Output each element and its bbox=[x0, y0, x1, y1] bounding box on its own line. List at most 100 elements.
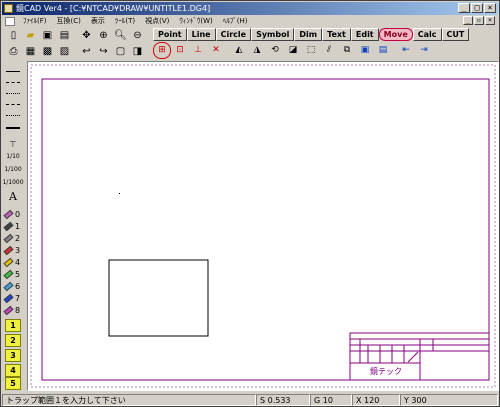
layer-4[interactable]: 4 bbox=[5, 364, 21, 377]
rotate-icon[interactable]: ⟲ bbox=[266, 42, 284, 59]
status-bar: トラップ範囲１を入力して下さい S 0.533 G 10 X 120 Y 300 bbox=[2, 394, 498, 406]
print-icon[interactable]: ⎙ bbox=[5, 44, 22, 59]
scale-icon-1[interactable]: ⊤ bbox=[3, 139, 23, 150]
paste-icon[interactable]: ▣ bbox=[356, 42, 374, 59]
pen-icon bbox=[3, 281, 14, 292]
dash-dot-line-icon[interactable] bbox=[6, 104, 20, 105]
menu-viewpoint[interactable]: 視点(V) bbox=[140, 16, 174, 26]
tab-circle[interactable]: Circle bbox=[215, 28, 252, 41]
pen-6[interactable]: 6 bbox=[3, 281, 24, 292]
pan-icon[interactable]: ✥ bbox=[78, 28, 95, 43]
menu-help[interactable]: ﾍﾙﾌﾟ(H) bbox=[218, 16, 253, 26]
layout-icon[interactable]: ◨ bbox=[129, 44, 146, 59]
pen-3[interactable]: 3 bbox=[3, 245, 24, 256]
clipboard-icon[interactable]: ▤ bbox=[374, 42, 392, 59]
title-block-company: 鏡テック bbox=[370, 367, 402, 376]
tab-move[interactable]: Move bbox=[378, 28, 413, 41]
doc-restore-button[interactable]: ▫ bbox=[474, 16, 484, 25]
menu-view[interactable]: 表示 bbox=[86, 16, 110, 26]
export-icon[interactable]: ▨ bbox=[56, 44, 73, 59]
layer-3[interactable]: 3 bbox=[5, 349, 21, 362]
pen-icon bbox=[3, 233, 14, 244]
dash-dot-dot-line-icon[interactable] bbox=[6, 115, 20, 116]
pen-8[interactable]: 8 bbox=[3, 305, 24, 316]
undo-icon[interactable]: ↩ bbox=[78, 44, 95, 59]
menu-compat[interactable]: 互換(C) bbox=[52, 16, 86, 26]
dashed-line-icon[interactable] bbox=[6, 82, 20, 83]
tab-dim[interactable]: Dim bbox=[294, 28, 323, 41]
tab-text[interactable]: Text bbox=[322, 28, 351, 41]
move-icon[interactable]: ◭ bbox=[230, 42, 248, 59]
copy-move-icon[interactable]: ◮ bbox=[248, 42, 266, 59]
array-icon[interactable]: ⧉ bbox=[338, 42, 356, 59]
drawn-rectangle[interactable] bbox=[108, 259, 209, 337]
document-icon[interactable] bbox=[5, 16, 15, 26]
pen-icon bbox=[3, 257, 14, 268]
pen-icon bbox=[3, 245, 14, 256]
menu-window[interactable]: ｳｨﾝﾄﾞｳ(W) bbox=[174, 16, 217, 26]
stretch-icon[interactable]: ⫽ bbox=[320, 42, 338, 59]
save-as-icon[interactable]: ▤ bbox=[56, 28, 73, 43]
mirror-icon[interactable]: ◪ bbox=[284, 42, 302, 59]
pen-0[interactable]: 0 bbox=[3, 209, 24, 220]
scale-1-100[interactable]: 1/100 bbox=[3, 164, 23, 175]
minimize-button[interactable]: _ bbox=[458, 3, 470, 13]
zoom-out-icon[interactable]: ⊖ bbox=[129, 28, 146, 43]
select-off-icon[interactable]: ✕ bbox=[207, 42, 225, 59]
open-folder-icon[interactable]: ▰ bbox=[22, 28, 39, 43]
scale-1-1000[interactable]: 1/1000 bbox=[2, 177, 23, 188]
menu-tools[interactable]: ﾂｰﾙ(T) bbox=[110, 16, 140, 26]
pen-7[interactable]: 7 bbox=[3, 293, 24, 304]
pen-4[interactable]: 4 bbox=[3, 257, 24, 268]
zoom-in-icon[interactable]: ⊕ bbox=[95, 28, 112, 43]
pen-icon bbox=[3, 221, 14, 232]
pen-1[interactable]: 1 bbox=[3, 221, 24, 232]
layer-1[interactable]: 1 bbox=[5, 319, 21, 332]
thick-line-icon[interactable] bbox=[6, 127, 20, 129]
maximize-button[interactable]: □ bbox=[471, 3, 483, 13]
menu-bar: ﾌｧｲﾙ(F) 互換(C) 表示 ﾂｰﾙ(T) 視点(V) ｳｨﾝﾄﾞｳ(W) … bbox=[2, 15, 498, 27]
pen-icon bbox=[3, 293, 14, 304]
drawing-svg bbox=[30, 64, 496, 388]
plot-icon[interactable]: ▩ bbox=[39, 44, 56, 59]
main-toolbar-bottom: ⎙ ▦ ▩ ▨ ↩ ↪ ▢ ◨ bbox=[5, 44, 146, 59]
scale-1-10[interactable]: 1/10 bbox=[3, 151, 23, 162]
redo-icon[interactable]: ↪ bbox=[95, 44, 112, 59]
save-icon[interactable]: ▣ bbox=[39, 28, 56, 43]
pen-5[interactable]: 5 bbox=[3, 269, 24, 280]
import-icon[interactable]: ⇤ bbox=[397, 42, 415, 59]
drawing-canvas[interactable]: 鏡テック bbox=[27, 61, 499, 391]
scale-icon[interactable]: ⬚ bbox=[302, 42, 320, 59]
trap-region-icon[interactable]: ⊡ bbox=[171, 42, 189, 59]
solid-line-icon[interactable] bbox=[6, 71, 20, 72]
status-scale: S 0.533 bbox=[256, 394, 310, 406]
tab-point[interactable]: Point bbox=[153, 28, 187, 41]
status-x: X 120 bbox=[352, 394, 400, 406]
app-icon bbox=[4, 4, 13, 13]
point-marker bbox=[119, 193, 120, 194]
print-preview-icon[interactable]: ▦ bbox=[22, 44, 39, 59]
tab-symbol[interactable]: Symbol bbox=[251, 28, 295, 41]
tab-calc[interactable]: Calc bbox=[412, 28, 442, 41]
align-icon[interactable]: ⊥ bbox=[189, 42, 207, 59]
pen-icon bbox=[3, 209, 14, 220]
tab-edit[interactable]: Edit bbox=[350, 28, 379, 41]
trap-select-icon[interactable]: ⊞ bbox=[153, 42, 171, 59]
layer-5[interactable]: 5 bbox=[5, 377, 21, 390]
new-file-icon[interactable]: ▯ bbox=[5, 28, 22, 43]
export-block-icon[interactable]: ⇥ bbox=[415, 42, 433, 59]
close-button[interactable]: × bbox=[484, 3, 496, 13]
doc-minimize-button[interactable]: _ bbox=[463, 16, 473, 25]
doc-close-button[interactable]: × bbox=[485, 16, 495, 25]
dotted-line-icon[interactable] bbox=[6, 93, 20, 94]
pen-2[interactable]: 2 bbox=[3, 233, 24, 244]
tab-cut[interactable]: CUT bbox=[441, 28, 470, 41]
tab-line[interactable]: Line bbox=[186, 28, 216, 41]
menu-file[interactable]: ﾌｧｲﾙ(F) bbox=[18, 16, 52, 26]
move-tools-toolbar: ⊞ ⊡ ⊥ ✕ ◭ ◮ ⟲ ◪ ⬚ ⫽ ⧉ ▣ ▤ ⇤ ⇥ bbox=[153, 42, 433, 59]
text-tool-icon[interactable]: A bbox=[3, 191, 23, 202]
layer-2[interactable]: 2 bbox=[5, 334, 21, 347]
window-title: 鏡CAD Ver4 - [C:¥NTCAD¥DRAW¥UNTITLE1.DG4] bbox=[16, 4, 211, 13]
grid-icon[interactable]: ▢ bbox=[112, 44, 129, 59]
zoom-icon[interactable]: 🔍︎ bbox=[112, 28, 129, 43]
